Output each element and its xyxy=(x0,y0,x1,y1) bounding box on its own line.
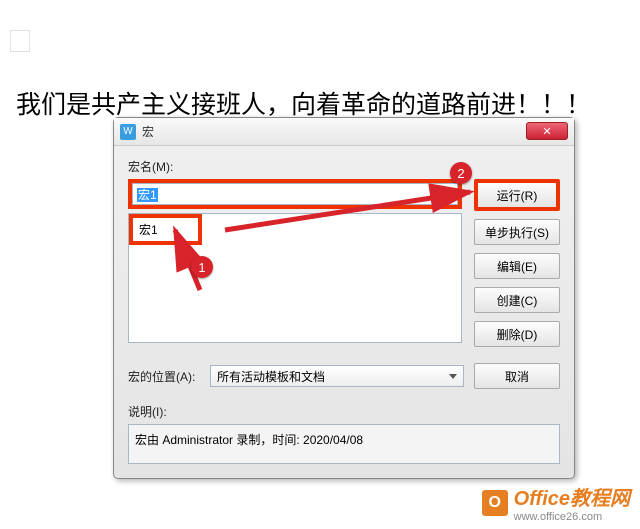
macro-name-label: 宏名(M): xyxy=(128,158,560,175)
brand-url: www.office26.com xyxy=(514,511,630,523)
list-item[interactable]: 宏1 xyxy=(133,218,198,241)
highlight-list-item: 宏1 xyxy=(129,214,202,245)
brand-icon: O xyxy=(482,490,508,516)
location-combo[interactable]: 所有活动模板和文档 xyxy=(210,365,464,387)
document-text: 我们是共产主义接班人，向着革命的道路前进！！！ xyxy=(16,85,591,121)
run-button[interactable]: 运行(R) xyxy=(474,179,560,211)
cancel-button[interactable]: 取消 xyxy=(474,363,560,389)
description-label: 说明(I): xyxy=(128,403,560,420)
annotation-badge-1: 1 xyxy=(191,256,213,278)
brand-name: Office教程网 xyxy=(514,482,630,511)
close-button[interactable]: ✕ xyxy=(526,122,568,140)
create-button[interactable]: 创建(C) xyxy=(474,287,560,313)
location-label: 宏的位置(A): xyxy=(128,368,200,385)
annotation-badge-2: 2 xyxy=(450,162,472,184)
dialog-title: 宏 xyxy=(142,123,154,140)
delete-button[interactable]: 删除(D) xyxy=(474,321,560,347)
watermark: O Office教程网 www.office26.com xyxy=(482,482,630,523)
macro-dialog: W 宏 ✕ 宏名(M): 宏1 宏1 运行(R) 单步执行(S) 编辑(E) 创… xyxy=(113,117,575,479)
highlight-input: 宏1 xyxy=(128,179,462,209)
edit-button[interactable]: 编辑(E) xyxy=(474,253,560,279)
description-box: 宏由 Administrator 录制，时间: 2020/04/08 xyxy=(128,424,560,464)
macro-listbox[interactable]: 宏1 xyxy=(128,213,462,343)
app-icon: W xyxy=(120,124,136,140)
dialog-titlebar: W 宏 ✕ xyxy=(114,118,574,146)
doc-marker xyxy=(10,30,30,52)
macro-name-input[interactable]: 宏1 xyxy=(132,183,458,205)
step-button[interactable]: 单步执行(S) xyxy=(474,219,560,245)
